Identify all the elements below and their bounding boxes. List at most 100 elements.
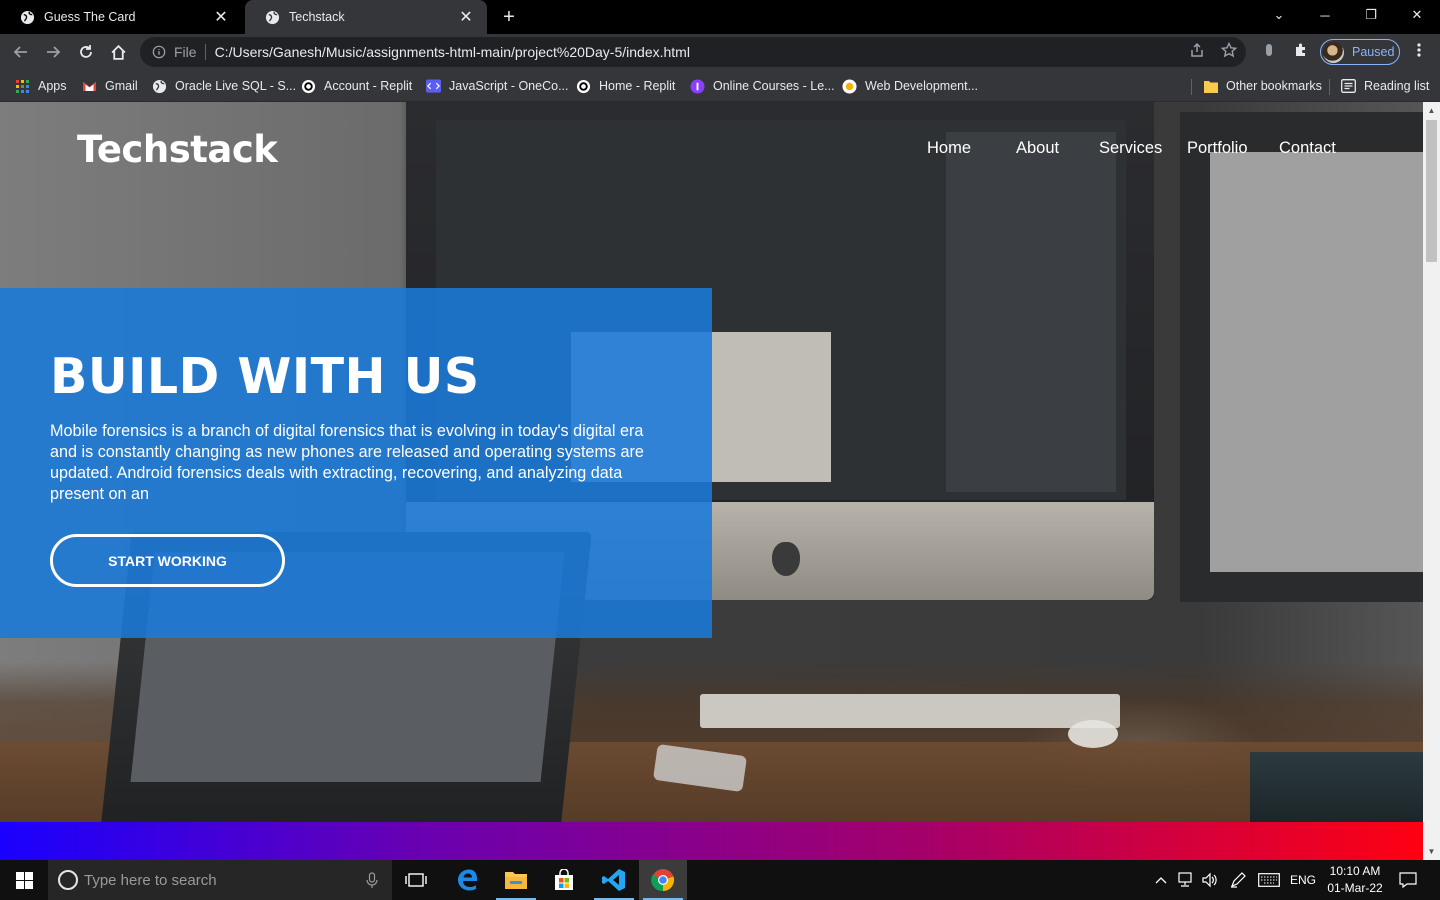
site-logo[interactable]: Techstack bbox=[77, 128, 278, 171]
globe-icon bbox=[265, 10, 280, 24]
start-button[interactable] bbox=[0, 860, 48, 900]
nav-contact[interactable]: Contact bbox=[1279, 139, 1336, 158]
pen-icon[interactable] bbox=[1228, 860, 1248, 900]
tab-techstack[interactable]: Techstack ✕ bbox=[245, 0, 487, 34]
home-button[interactable] bbox=[106, 40, 130, 64]
restore-button[interactable]: ❐ bbox=[1348, 0, 1394, 30]
bookmark-label: Oracle Live SQL - S... bbox=[175, 79, 297, 93]
menu-kebab-icon[interactable] bbox=[1410, 41, 1428, 59]
store-bag-icon bbox=[555, 869, 573, 890]
nav-home[interactable]: Home bbox=[927, 139, 971, 158]
microphone-icon[interactable] bbox=[366, 872, 378, 889]
language-indicator[interactable]: ENG bbox=[1288, 860, 1318, 900]
scroll-up-icon[interactable]: ▲ bbox=[1423, 102, 1440, 119]
show-hidden-icons-button[interactable] bbox=[1152, 860, 1170, 900]
volume-icon[interactable] bbox=[1200, 860, 1220, 900]
folder-icon bbox=[1203, 79, 1218, 94]
avatar bbox=[1323, 41, 1344, 63]
reload-button[interactable] bbox=[74, 40, 98, 64]
hero-title: BUILD WITH US bbox=[50, 348, 480, 405]
clock[interactable]: 10:10 AM 01-Mar-22 bbox=[1320, 863, 1390, 897]
webdev-icon bbox=[842, 78, 857, 94]
apple-logo-icon bbox=[772, 542, 800, 576]
search-placeholder: Type here to search bbox=[84, 871, 217, 889]
bookmark-label: Reading list bbox=[1364, 79, 1430, 93]
chrome-app[interactable] bbox=[639, 860, 687, 900]
clock-date: 01-Mar-22 bbox=[1327, 881, 1383, 895]
tab-search-icon[interactable]: ⌄ bbox=[1256, 0, 1302, 30]
bookmarks-separator bbox=[1191, 79, 1192, 95]
nav-about[interactable]: About bbox=[1016, 139, 1059, 158]
clock-time: 10:10 AM bbox=[1329, 864, 1381, 878]
bookmark-label: Online Courses - Le... bbox=[713, 79, 835, 93]
bookmark-label: Account - Replit bbox=[324, 79, 413, 93]
bookmark-label: Other bookmarks bbox=[1226, 79, 1322, 93]
chevron-up-icon bbox=[1155, 877, 1167, 884]
extensions-puzzle-icon[interactable] bbox=[1292, 41, 1310, 59]
tab-title: Guess The Card bbox=[44, 10, 136, 24]
info-icon[interactable] bbox=[152, 45, 166, 59]
window-close-button[interactable]: ✕ bbox=[1394, 0, 1440, 30]
other-bookmarks-folder[interactable]: Other bookmarks bbox=[1203, 76, 1322, 96]
file-explorer-app[interactable] bbox=[492, 860, 540, 900]
bookmark-online-courses[interactable]: Online Courses - Le... bbox=[690, 76, 835, 96]
url-text[interactable]: C:/Users/Ganesh/Music/assignments-html-m… bbox=[215, 44, 690, 60]
nav-portfolio[interactable]: Portfolio bbox=[1187, 139, 1248, 158]
tab-strip: Guess The Card ✕ Techstack ✕ + ⌄ ─ ❐ ✕ bbox=[0, 0, 1440, 34]
start-working-button[interactable]: START WORKING bbox=[50, 534, 285, 587]
bookmark-label: Web Development... bbox=[865, 79, 979, 93]
address-bar[interactable]: File C:/Users/Ganesh/Music/assignments-h… bbox=[140, 37, 1246, 67]
cortana-icon bbox=[58, 870, 78, 890]
home-icon bbox=[110, 44, 126, 60]
task-view-button[interactable] bbox=[392, 860, 440, 900]
arrow-right-icon bbox=[47, 46, 61, 58]
taskbar-search[interactable]: Type here to search bbox=[48, 860, 392, 900]
apps-grid-icon bbox=[15, 79, 30, 94]
reading-list-button[interactable]: Reading list bbox=[1341, 76, 1429, 96]
hero-panel: BUILD WITH US Mobile forensics is a bran… bbox=[0, 288, 712, 638]
nav-services[interactable]: Services bbox=[1099, 139, 1162, 158]
extension-icon[interactable] bbox=[1260, 41, 1278, 59]
bookmark-apps[interactable]: Apps bbox=[15, 76, 67, 96]
vscode-app[interactable] bbox=[590, 860, 638, 900]
bookmark-label: JavaScript - OneCo... bbox=[449, 79, 569, 93]
bookmarks-separator bbox=[1329, 79, 1330, 95]
page-scrollbar[interactable]: ▲ ▼ bbox=[1423, 102, 1440, 860]
books-image bbox=[1250, 752, 1423, 832]
browser-toolbar: File C:/Users/Ganesh/Music/assignments-h… bbox=[0, 34, 1440, 70]
edge-icon bbox=[458, 869, 477, 891]
bookmark-javascript-onecompiler[interactable]: JavaScript - OneCo... bbox=[426, 76, 569, 96]
bookmark-account-replit[interactable]: Account - Replit bbox=[301, 76, 412, 96]
reading-list-icon bbox=[1341, 79, 1356, 94]
back-button[interactable] bbox=[9, 40, 33, 64]
bookmark-label: Apps bbox=[38, 79, 67, 93]
touch-keyboard-icon[interactable] bbox=[1256, 860, 1282, 900]
profile-button[interactable]: Paused bbox=[1320, 39, 1400, 65]
bookmark-web-development[interactable]: Web Development... bbox=[842, 76, 978, 96]
bookmark-gmail[interactable]: Gmail bbox=[82, 76, 138, 96]
microsoft-store-app[interactable] bbox=[540, 860, 588, 900]
share-icon[interactable] bbox=[1188, 41, 1206, 59]
bookmark-label: Home - Replit bbox=[599, 79, 676, 93]
tab-guess-the-card[interactable]: Guess The Card ✕ bbox=[0, 0, 242, 34]
arrow-left-icon bbox=[13, 46, 27, 58]
new-tab-button[interactable]: + bbox=[498, 6, 520, 28]
tab-title: Techstack bbox=[289, 10, 345, 24]
profile-status: Paused bbox=[1352, 45, 1395, 59]
forward-button[interactable] bbox=[41, 40, 65, 64]
tab-close-icon[interactable]: ✕ bbox=[457, 8, 475, 26]
tab-close-icon[interactable]: ✕ bbox=[212, 8, 230, 26]
bookmark-star-icon[interactable] bbox=[1220, 41, 1238, 59]
action-center-button[interactable] bbox=[1396, 860, 1420, 900]
windows-logo-icon bbox=[15, 871, 33, 889]
windows-taskbar: Type here to search ENG 10:10 AM 01-Mar-… bbox=[0, 860, 1440, 900]
replit-icon bbox=[576, 79, 591, 94]
bookmark-home-replit[interactable]: Home - Replit bbox=[576, 76, 675, 96]
scroll-down-icon[interactable]: ▼ bbox=[1423, 843, 1440, 860]
network-icon[interactable] bbox=[1176, 860, 1196, 900]
edge-app[interactable] bbox=[443, 860, 491, 900]
bookmark-oracle-live-sql[interactable]: Oracle Live SQL - S... bbox=[152, 76, 296, 96]
scrollbar-thumb[interactable] bbox=[1426, 120, 1437, 262]
minimize-button[interactable]: ─ bbox=[1302, 0, 1348, 30]
globe-icon bbox=[20, 10, 35, 24]
